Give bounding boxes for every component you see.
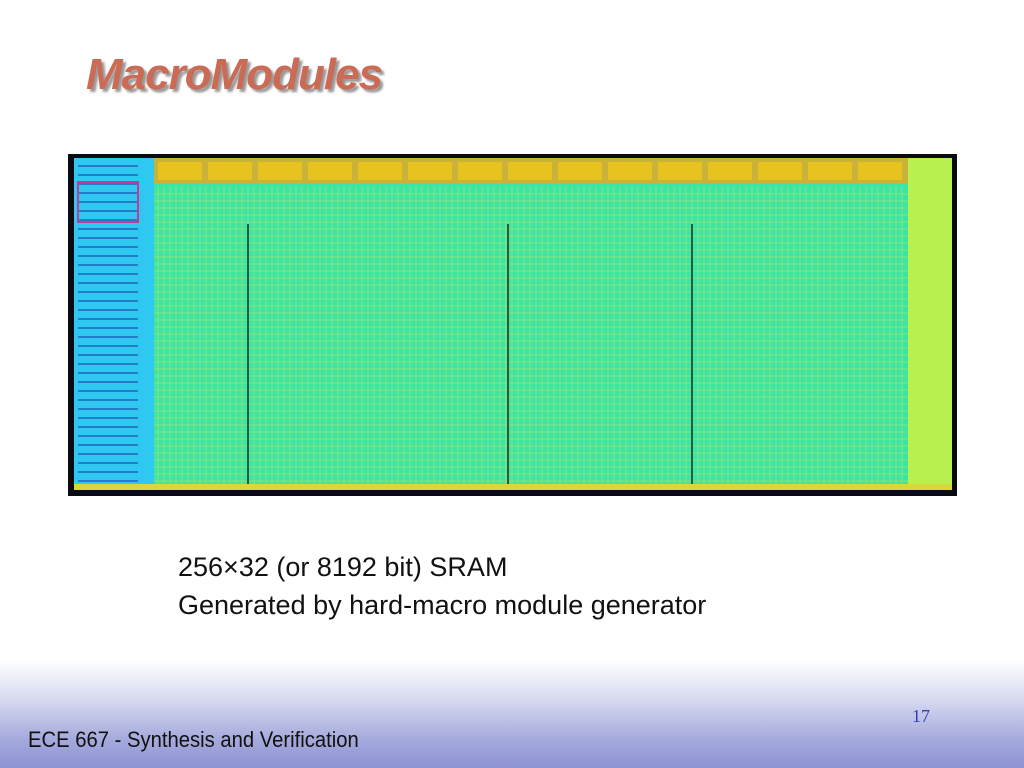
header-io-block xyxy=(858,162,902,180)
right-periphery-strip xyxy=(908,158,952,490)
header-io-block xyxy=(208,162,252,180)
header-io-block xyxy=(758,162,802,180)
header-io-block xyxy=(258,162,302,180)
header-io-block xyxy=(808,162,852,180)
sram-layout-drawing xyxy=(74,158,952,490)
caption-line-generator: Generated by hard-macro module generator xyxy=(178,590,707,620)
header-io-block xyxy=(608,162,652,180)
header-io-block xyxy=(458,162,502,180)
header-io-block xyxy=(158,162,202,180)
caption-line-sram-size: 256×32 (or 8192 bit) SRAM xyxy=(178,552,508,582)
header-io-block xyxy=(358,162,402,180)
header-io-block xyxy=(408,162,452,180)
sram-layout-image xyxy=(68,154,957,496)
header-io-block xyxy=(658,162,702,180)
caption: 256×32 (or 8192 bit) SRAM Generated by h… xyxy=(178,548,706,624)
slide: MacroModules 256×32 (or 8192 bit) SRAM G… xyxy=(0,0,1024,768)
slide-title: MacroModules xyxy=(86,50,383,99)
footer-course-title: ECE 667 - Synthesis and Verification xyxy=(28,727,359,752)
bottom-power-rail xyxy=(74,484,952,490)
page-number: 17 xyxy=(912,706,930,726)
memory-array-region xyxy=(154,184,926,490)
header-io-block xyxy=(558,162,602,180)
decoder-column xyxy=(74,158,154,490)
header-io-block xyxy=(308,162,352,180)
header-io-block xyxy=(508,162,552,180)
header-io-block xyxy=(708,162,752,180)
